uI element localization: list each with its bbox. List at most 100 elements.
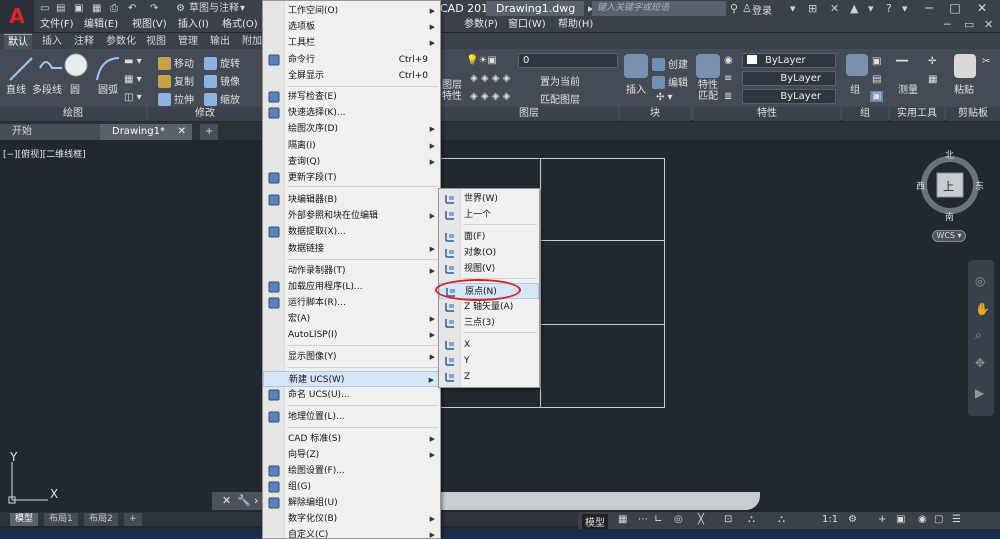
- login-button[interactable]: 登录: [752, 2, 772, 17]
- isolate-icon[interactable]: ◉: [918, 514, 927, 525]
- close-icon[interactable]: ✕: [222, 494, 231, 507]
- tab-annotate[interactable]: 注释: [74, 34, 94, 49]
- app-logo[interactable]: A: [0, 0, 34, 33]
- copy-tool[interactable]: 复制: [158, 73, 194, 88]
- tab-addins[interactable]: 附加: [242, 34, 262, 49]
- menu-item[interactable]: 工具栏 ▶: [263, 35, 440, 51]
- menu-item[interactable]: AutoLISP(I) ▶: [263, 327, 440, 343]
- menu-format[interactable]: 格式(O): [222, 17, 258, 33]
- lightbulb-icon[interactable]: 💡☀▣: [466, 55, 497, 66]
- menu-item[interactable]: 数字化仪(B) ▶: [263, 511, 440, 527]
- edit-block-tool[interactable]: 编辑: [652, 74, 688, 89]
- group-tool[interactable]: 组: [850, 81, 860, 96]
- user-icon[interactable]: ♙: [742, 2, 752, 15]
- menu-item[interactable]: 加载应用程序(L)...: [263, 279, 440, 295]
- tab-view[interactable]: 视图: [146, 34, 166, 49]
- file-tab-start[interactable]: 开始: [0, 124, 104, 140]
- viewcube-west[interactable]: 西: [916, 179, 925, 192]
- open-file-icon[interactable]: ▤: [56, 2, 65, 16]
- scale-tool[interactable]: 缩放: [204, 91, 240, 106]
- menu-item[interactable]: 绘图设置(F)...: [263, 463, 440, 479]
- menu-item[interactable]: 命名 UCS(U)...: [263, 387, 440, 403]
- isodraft-icon[interactable]: ╳: [698, 514, 704, 525]
- showmotion-icon[interactable]: ▶: [975, 386, 984, 400]
- chevron-down-icon[interactable]: ▾: [902, 2, 908, 15]
- close-icon[interactable]: ✕: [178, 124, 186, 140]
- tab-model[interactable]: 模型: [10, 513, 39, 526]
- clipboard-panel-title[interactable]: 剪贴板: [946, 107, 1000, 121]
- binoculars-icon[interactable]: ⚲: [730, 2, 738, 15]
- menu-item[interactable]: CAD 标准(S) ▶: [263, 431, 440, 447]
- polyline-tool[interactable]: 多段线: [32, 81, 62, 96]
- polyline-icon[interactable]: [36, 54, 66, 84]
- linetype-dropdown[interactable]: ByLayer: [742, 71, 836, 86]
- gear-icon[interactable]: ⚙: [848, 514, 857, 525]
- menu-item[interactable]: 数据链接 ▶: [263, 241, 440, 257]
- close-button[interactable]: ✕: [970, 1, 994, 16]
- group-edit-icon[interactable]: ▤: [872, 74, 881, 85]
- menu-item[interactable]: 宏(A) ▶: [263, 311, 440, 327]
- print-icon[interactable]: ⎙: [110, 2, 118, 16]
- arc-tool[interactable]: 圆弧: [98, 81, 118, 96]
- clean-screen-icon[interactable]: ▢: [934, 514, 943, 525]
- annotation-visibility-icon[interactable]: ⛬: [748, 514, 755, 525]
- create-block-tool[interactable]: 创建: [652, 56, 688, 71]
- menu-insert[interactable]: 插入(I): [178, 17, 209, 33]
- cut-icon[interactable]: ✂: [982, 56, 990, 67]
- make-current-tool[interactable]: 置为当前: [540, 73, 580, 88]
- viewcube-east[interactable]: 东: [975, 179, 984, 192]
- match-layer-tool[interactable]: 匹配图层: [540, 91, 580, 106]
- color-dropdown[interactable]: ByLayer: [742, 53, 836, 68]
- submenu-item[interactable]: Z 轴矢量(A): [439, 299, 539, 315]
- undo-icon[interactable]: ↶: [128, 2, 136, 16]
- paste-icon[interactable]: [954, 54, 976, 78]
- redo-icon[interactable]: ↷: [150, 2, 158, 16]
- orbit-icon[interactable]: ✥: [975, 356, 985, 370]
- new-file-icon[interactable]: ▭: [40, 2, 49, 16]
- layer-dropdown[interactable]: 0: [518, 53, 618, 68]
- add-layout-button[interactable]: +: [124, 513, 142, 526]
- group-icon[interactable]: [846, 54, 868, 76]
- submenu-item[interactable]: 面(F): [439, 229, 539, 245]
- move-tool[interactable]: 移动: [158, 55, 194, 70]
- quick-calc-icon[interactable]: ▦: [928, 74, 937, 85]
- new-tab-button[interactable]: +: [200, 124, 218, 140]
- draw-panel-title[interactable]: 绘图: [0, 107, 146, 121]
- menu-item[interactable]: 更新字段(T): [263, 170, 440, 186]
- plus-icon[interactable]: +: [878, 514, 886, 525]
- region-icon[interactable]: ◫ ▾: [124, 92, 142, 103]
- submenu-item[interactable]: 视图(V): [439, 261, 539, 277]
- rotate-tool[interactable]: 旋转: [204, 55, 240, 70]
- line-tool[interactable]: 直线: [6, 81, 26, 96]
- measure-tool[interactable]: 测量: [898, 81, 918, 96]
- layer-tools-row-icon[interactable]: ◈ ◈ ◈ ◈: [470, 73, 510, 84]
- menu-view[interactable]: 视图(V): [132, 17, 167, 33]
- circle-tool[interactable]: 圆: [70, 81, 80, 96]
- wcs-menu[interactable]: WCS ▾: [932, 230, 966, 242]
- menu-item[interactable]: 组(G): [263, 479, 440, 495]
- modify-panel-title[interactable]: 修改: [148, 107, 262, 121]
- linetype-icon[interactable]: ≡: [724, 73, 732, 84]
- snap-icon[interactable]: ⋯: [638, 514, 648, 525]
- minimize-doc-button[interactable]: ─: [944, 18, 951, 31]
- chevron-down-icon[interactable]: ▾: [240, 2, 245, 16]
- menu-item[interactable]: 查询(Q) ▶: [263, 154, 440, 170]
- ortho-icon[interactable]: ∟: [654, 514, 662, 525]
- menu-item[interactable]: 新建 UCS(W) ▶: [263, 371, 440, 387]
- minimize-button[interactable]: ─: [917, 1, 941, 16]
- lineweight-icon[interactable]: ≣: [724, 91, 732, 102]
- menu-item[interactable]: 地理位置(L)...: [263, 409, 440, 425]
- viewcube-south[interactable]: 南: [945, 210, 954, 223]
- properties-panel-title[interactable]: 特性: [694, 107, 840, 121]
- layer-tools-row2-icon[interactable]: ◈ ◈ ◈ ◈: [470, 91, 510, 102]
- tab-default[interactable]: 默认: [4, 34, 32, 49]
- exchange-icon[interactable]: ✕: [830, 2, 839, 15]
- pan-icon[interactable]: ✋: [975, 302, 990, 316]
- tab-parametric[interactable]: 参数化: [106, 34, 136, 49]
- menu-item[interactable]: 运行脚本(R)...: [263, 295, 440, 311]
- command-prompt-icon[interactable]: ›: [254, 494, 258, 507]
- save-as-icon[interactable]: ▦: [92, 2, 101, 16]
- viewport-controls[interactable]: [−][俯视][二维线框]: [3, 147, 86, 160]
- lineweight-dropdown[interactable]: ByLayer: [742, 89, 836, 104]
- tab-insert[interactable]: 插入: [42, 34, 62, 49]
